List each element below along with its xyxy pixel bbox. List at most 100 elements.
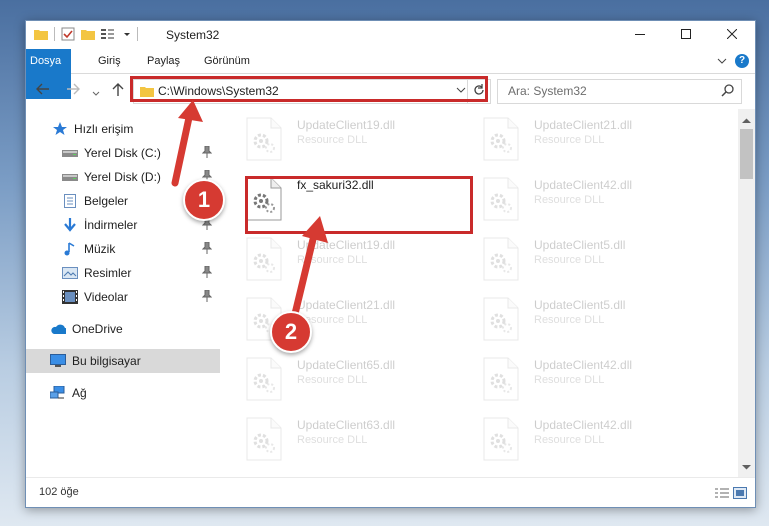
dll-file-icon — [482, 117, 520, 161]
star-icon — [52, 121, 68, 137]
file-name: UpdateClient19.dll — [297, 118, 396, 132]
back-arrow-icon — [36, 83, 50, 98]
dll-file-icon — [245, 417, 283, 461]
file-type: Resource DLL — [534, 374, 605, 386]
file-name: UpdateClient42.dll — [534, 418, 633, 432]
file-type: Resource DLL — [534, 314, 605, 326]
help-icon[interactable]: ? — [735, 54, 749, 68]
file-name: UpdateClient42.dll — [534, 358, 633, 372]
sidebar-item-this-pc[interactable]: Bu bilgisayar — [26, 349, 220, 373]
back-button[interactable] — [36, 83, 50, 98]
sidebar-item-label: Hızlı erişim — [74, 122, 134, 136]
file-type: Resource DLL — [534, 134, 605, 146]
network-icon — [50, 385, 66, 401]
sidebar-item-network[interactable]: Ağ — [26, 381, 220, 405]
scroll-down-icon[interactable] — [742, 459, 751, 473]
properties-icon[interactable] — [61, 27, 75, 41]
toolbar-divider — [137, 27, 138, 41]
file-type: Resource DLL — [534, 434, 605, 446]
drive-icon — [62, 145, 78, 161]
maximize-button[interactable] — [663, 21, 709, 49]
file-item[interactable]: UpdateClient42.dll Resource DLL — [482, 417, 702, 467]
dropdown-arrow-icon[interactable] — [123, 30, 131, 38]
navigation-pane: Hızlı erişim Yerel Disk (C:) Yerel Disk … — [26, 109, 220, 477]
drive-icon — [62, 169, 78, 185]
quick-access-toolbar — [34, 27, 138, 41]
vertical-scrollbar[interactable] — [738, 109, 755, 477]
new-folder-icon[interactable] — [81, 27, 95, 41]
sidebar-item-label: Yerel Disk (D:) — [84, 170, 161, 184]
sidebar-item-videos[interactable]: Videolar — [26, 285, 220, 309]
up-button[interactable] — [112, 83, 124, 100]
file-type: Resource DLL — [297, 314, 368, 326]
music-icon — [62, 241, 78, 257]
download-icon — [62, 217, 78, 233]
search-input[interactable]: Ara: System32 — [508, 84, 587, 98]
sidebar-item-label: Müzik — [84, 242, 116, 256]
item-count: 102 öğe — [39, 486, 79, 498]
minimize-button[interactable] — [617, 21, 663, 49]
dll-file-icon — [245, 117, 283, 161]
sidebar-item-quick-access[interactable]: Hızlı erişim — [26, 117, 220, 141]
large-icons-view-icon[interactable] — [733, 487, 747, 502]
dll-file-icon — [482, 297, 520, 341]
forward-button[interactable] — [66, 83, 80, 98]
file-name: UpdateClient5.dll — [534, 298, 626, 312]
status-bar: 102 öğe — [26, 477, 755, 507]
details-view-icon[interactable] — [715, 487, 729, 502]
pin-icon[interactable] — [201, 241, 213, 257]
file-item[interactable]: UpdateClient5.dll Resource DLL — [482, 297, 702, 347]
document-icon — [62, 193, 78, 209]
dll-file-icon — [482, 177, 520, 221]
ribbon-tabs: Dosya Giriş Paylaş Görünüm ? — [26, 49, 755, 99]
pin-icon[interactable] — [201, 289, 213, 305]
search-box[interactable]: Ara: System32 — [497, 79, 742, 104]
file-item[interactable]: UpdateClient65.dll Resource DLL — [245, 357, 465, 407]
chevron-down-icon — [92, 86, 100, 100]
recent-locations-button[interactable] — [92, 86, 100, 100]
file-name: UpdateClient5.dll — [534, 238, 626, 252]
sidebar-item-onedrive[interactable]: OneDrive — [26, 317, 220, 341]
dll-file-icon — [482, 357, 520, 401]
pin-icon[interactable] — [201, 145, 213, 161]
close-button[interactable] — [709, 21, 755, 49]
search-icon[interactable] — [721, 84, 735, 101]
file-item[interactable]: UpdateClient42.dll Resource DLL — [482, 357, 702, 407]
video-icon — [62, 289, 78, 305]
explorer-window: System32 Dosya Giriş Paylaş Görünüm ? C:… — [25, 20, 756, 508]
sidebar-item-pictures[interactable]: Resimler — [26, 261, 220, 285]
file-type: Resource DLL — [297, 134, 368, 146]
file-list: UpdateClient19.dll Resource DLL UpdateClie… — [220, 109, 737, 477]
dll-file-icon — [482, 237, 520, 281]
file-item[interactable]: UpdateClient19.dll Resource DLL — [245, 117, 465, 167]
file-name: UpdateClient42.dll — [534, 178, 633, 192]
file-name: UpdateClient63.dll — [297, 418, 396, 432]
file-name: UpdateClient65.dll — [297, 358, 396, 372]
ribbon-controls: ? — [717, 54, 749, 68]
scrollbar-thumb[interactable] — [740, 129, 753, 179]
tab-home[interactable]: Giriş — [88, 49, 131, 73]
sidebar-item-music[interactable]: Müzik — [26, 237, 220, 261]
file-item[interactable]: UpdateClient21.dll Resource DLL — [482, 117, 702, 167]
sidebar-item-label: Yerel Disk (C:) — [84, 146, 161, 160]
file-item[interactable]: UpdateClient5.dll Resource DLL — [482, 237, 702, 287]
file-item[interactable]: UpdateClient63.dll Resource DLL — [245, 417, 465, 467]
folder-icon — [34, 28, 48, 40]
file-highlight-box — [245, 176, 473, 234]
file-item[interactable]: UpdateClient42.dll Resource DLL — [482, 177, 702, 227]
customize-icon[interactable] — [101, 28, 117, 40]
minimize-icon — [635, 28, 645, 42]
file-item[interactable]: UpdateClient19.dll Resource DLL — [245, 237, 465, 287]
expand-ribbon-icon[interactable] — [717, 54, 727, 68]
scroll-up-icon[interactable] — [742, 113, 751, 127]
file-type: Resource DLL — [297, 254, 368, 266]
pin-icon[interactable] — [201, 265, 213, 281]
maximize-icon — [681, 28, 691, 42]
file-type: Resource DLL — [534, 254, 605, 266]
tab-view[interactable]: Görünüm — [194, 49, 260, 73]
tab-share[interactable]: Paylaş — [137, 49, 190, 73]
computer-icon — [50, 353, 66, 369]
sidebar-item-disk-c[interactable]: Yerel Disk (C:) — [26, 141, 220, 165]
sidebar-item-label: Bu bilgisayar — [72, 354, 141, 368]
sidebar-item-label: İndirmeler — [84, 218, 138, 232]
